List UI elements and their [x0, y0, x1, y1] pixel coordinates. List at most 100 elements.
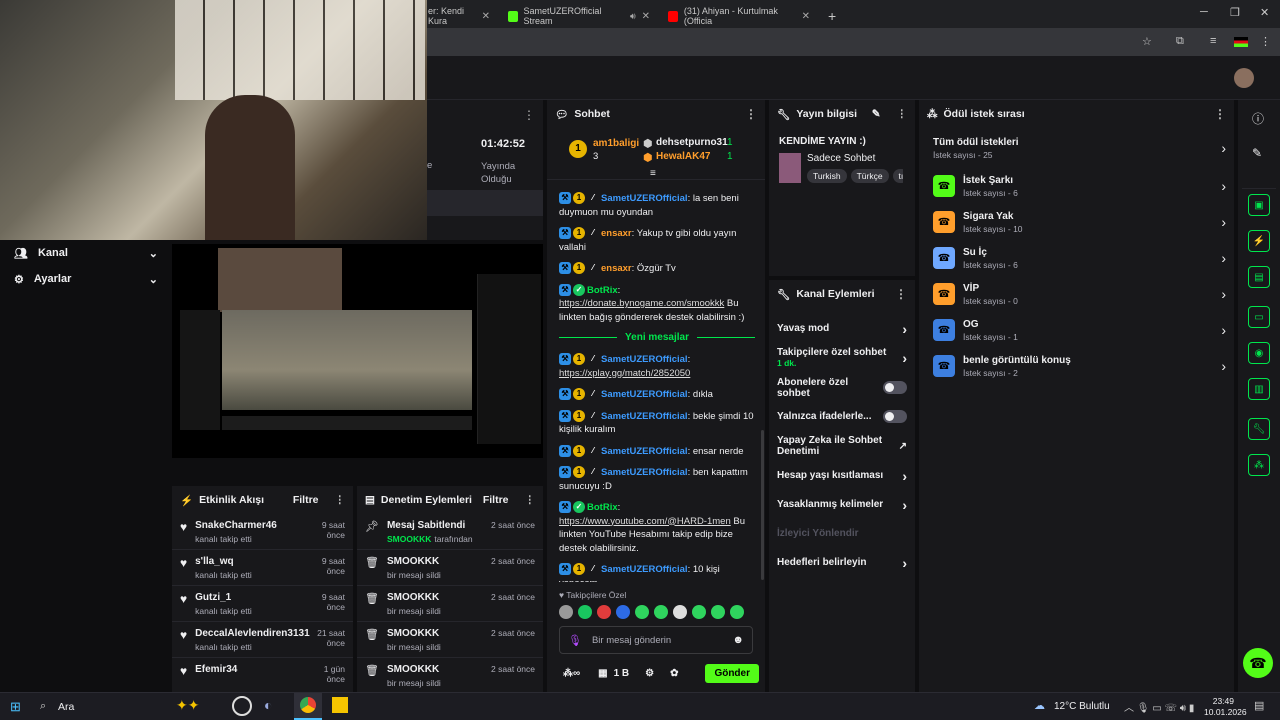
chat-username[interactable]: SametUZEROfficial	[601, 354, 688, 365]
reward-row[interactable]: ☎ VİP İstek sayısı - 0 ›	[919, 276, 1234, 312]
emote-bar[interactable]	[559, 605, 749, 621]
chat-message[interactable]: ⚒ 1 ⁄ SametUZEROfficial: bekle şimdi 10 kiş…	[559, 409, 755, 437]
channel-action-item[interactable]: Yasaklanmış kelimeler ›	[769, 490, 915, 519]
app-icon[interactable]	[332, 697, 348, 713]
windows-start-icon[interactable]: ⊞	[10, 699, 21, 715]
emote-icon[interactable]	[673, 605, 687, 619]
channel-action-item[interactable]: Takipçilere özel sohbet 1 dk. ›	[769, 343, 915, 373]
more-icon[interactable]: ⋮	[525, 494, 536, 506]
restore-icon[interactable]: ❐	[1230, 6, 1240, 19]
edit-icon[interactable]: ✎	[872, 108, 881, 120]
document-icon[interactable]: ▤	[1248, 266, 1270, 288]
list-item[interactable]: 🗑︎ SMOOKKK bir mesajı sildi 2 saat önce	[357, 622, 543, 658]
chat-message[interactable]: ⚒ 1 ⁄ SametUZEROfficial: https://xplay.gg/ma…	[559, 353, 755, 380]
emote-icon[interactable]	[597, 605, 611, 619]
new-tab-button[interactable]: +	[820, 4, 844, 28]
chat-username[interactable]: SametUZEROfficial	[601, 389, 688, 400]
chat-username[interactable]: BotRix	[587, 285, 618, 296]
close-icon[interactable]: ✕	[802, 11, 810, 22]
emote-icon[interactable]	[711, 605, 725, 619]
close-icon[interactable]: ✕	[642, 11, 650, 22]
gift-box-icon[interactable]: ▦	[598, 668, 607, 679]
emote-icon[interactable]	[635, 605, 649, 619]
reward-icon[interactable]: ⁂	[1248, 454, 1270, 476]
chat-icon[interactable]: ▭	[1248, 306, 1270, 328]
screen-icon[interactable]: ▣	[1248, 194, 1270, 216]
chat-message[interactable]: ⚒ 1 ⁄ SametUZEROfficial: ben kapattım sunuc…	[559, 466, 755, 493]
chat-message[interactable]: ⚒ 1 ⁄ SametUZEROfficial: dıkla	[559, 388, 755, 402]
copilot-icon[interactable]: ✦✦	[176, 697, 199, 714]
profile-icon[interactable]	[1234, 37, 1248, 47]
reward-row[interactable]: ☎ İstek Şarkı İstek sayısı - 6 ›	[919, 168, 1234, 204]
send-button[interactable]: Gönder	[705, 663, 759, 683]
lightning-icon[interactable]: ⚡	[1248, 230, 1270, 252]
support-icon[interactable]: ☎	[1243, 648, 1273, 678]
points-icon[interactable]: ⁂∞	[563, 668, 580, 679]
channel-action-item[interactable]: Yavaş mod ›	[769, 314, 915, 343]
chat-scrollbar[interactable]	[761, 430, 764, 580]
all-rewards-row[interactable]: Tüm ödül istekleri İstek sayısı - 25 ›	[919, 128, 1234, 168]
tag[interactable]: Türkçe	[850, 169, 889, 183]
chat-message[interactable]: ⚒ 1 ⁄ ensaxr: Yakup tv gibi oldu yayın vall…	[559, 227, 755, 254]
browser-tab-1[interactable]: er: Kendi Kura ✕	[420, 4, 498, 28]
chat-messages[interactable]: ⚒ 1 ⁄ SametUZEROfficial: la sen beni duymuo…	[559, 192, 755, 582]
filter-button[interactable]: Filtre	[483, 494, 509, 506]
reward-row[interactable]: ☎ Sigara Yak İstek sayısı - 10 ›	[919, 204, 1234, 240]
chat-username[interactable]: BotRix	[587, 502, 618, 513]
more-icon[interactable]: ⋮	[1214, 107, 1226, 121]
emote-icon[interactable]	[654, 605, 668, 619]
close-window-icon[interactable]: ✕	[1260, 6, 1269, 19]
more-icon[interactable]: ⋮	[523, 108, 535, 122]
reward-row[interactable]: ☎ Su İç İstek sayısı - 6 ›	[919, 240, 1234, 276]
more-icon[interactable]: ⋮	[895, 287, 907, 301]
chat-message[interactable]: ⚒ 1 ⁄ ensaxr: Özgür Tv	[559, 262, 755, 276]
list-item[interactable]: ♥ SnakeCharmer46 kanalı takip etti 9 saat ö…	[172, 514, 353, 550]
reward-row[interactable]: ☎ OG İstek sayısı - 1 ›	[919, 312, 1234, 348]
weather-text[interactable]: 12°C Bulutlu	[1054, 701, 1110, 712]
close-icon[interactable]: ✕	[482, 11, 490, 22]
filter-icon[interactable]: ≡	[650, 168, 656, 179]
browser-tab-3[interactable]: (31) Ahiyan - Kurtulmak (Officia ✕	[660, 4, 818, 28]
media-icon[interactable]: ≡	[1210, 35, 1216, 47]
list-item[interactable]: ♥ s'lla_wq kanalı takip etti 9 saat önce	[172, 550, 353, 586]
channel-action-item[interactable]: Yalnızca ifadelerle...	[769, 402, 915, 431]
emote-icon[interactable]	[578, 605, 592, 619]
sidebar-item-kanal[interactable]: 👥︎ Kanal ⌄	[0, 240, 172, 266]
more-icon[interactable]: ⋮	[745, 107, 757, 121]
notification-icon[interactable]: ▤	[1254, 699, 1264, 712]
list-item[interactable]: 🗑︎ SMOOKKK bir mesajı sildi 2 saat önce	[357, 586, 543, 622]
chat-link[interactable]: https://xplay.gg/match/2852050	[559, 368, 690, 379]
emote-icon[interactable]	[692, 605, 706, 619]
badge-icon[interactable]: ✿	[670, 668, 678, 679]
chat-username[interactable]: SametUZEROfficial	[601, 411, 688, 422]
toggle-switch[interactable]	[883, 381, 907, 394]
minimize-icon[interactable]: ─	[1200, 6, 1208, 18]
app-icon[interactable]	[232, 696, 252, 716]
chat-username[interactable]: SametUZEROfficial	[601, 564, 688, 575]
browser-tab-2[interactable]: SametUZEROfficial Stream 🔊︎ ✕	[500, 4, 658, 28]
more-icon[interactable]: ⋮	[897, 108, 908, 120]
chat-username[interactable]: SametUZEROfficial	[601, 467, 688, 478]
list-item[interactable]: 🗑︎ SMOOKKK bir mesajı sildi 2 saat önce	[357, 658, 543, 694]
steam-icon[interactable]: ◐	[264, 697, 272, 713]
chat-username[interactable]: SametUZEROfficial	[601, 193, 688, 204]
emote-icon[interactable]	[559, 605, 573, 619]
list-item[interactable]: 📌︎ Mesaj Sabitlendi SMOOKKK tarafından 2 saa…	[357, 514, 543, 550]
speaker-icon[interactable]: 🔊︎	[630, 11, 636, 22]
star-icon[interactable]: ☆	[1142, 35, 1152, 48]
chat-username[interactable]: SametUZEROfficial	[601, 446, 688, 457]
wrench-icon[interactable]: 🔧︎	[1248, 418, 1270, 440]
settings-icon[interactable]: ⚙	[645, 668, 654, 679]
toggle-switch[interactable]	[883, 410, 907, 423]
emoji-icon[interactable]: ☻	[732, 634, 744, 646]
extensions-icon[interactable]: ⧉	[1176, 35, 1184, 48]
list-item[interactable]: ♥ Gutzi_1 kanalı takip etti 9 saat önce	[172, 586, 353, 622]
more-icon[interactable]: ⋮	[335, 494, 346, 506]
emote-icon[interactable]	[616, 605, 630, 619]
tag[interactable]: Turkish	[807, 169, 847, 183]
channel-action-item[interactable]: Hedefleri belirleyin ›	[769, 548, 915, 577]
info-icon[interactable]: ⓘ	[1252, 110, 1264, 127]
mic-icon[interactable]: 🎙︎	[568, 634, 582, 647]
tag[interactable]: tı	[892, 169, 903, 183]
chat-message[interactable]: ⚒1⁄SametUZEROfficial: 10 kişi yapacam	[559, 563, 755, 582]
